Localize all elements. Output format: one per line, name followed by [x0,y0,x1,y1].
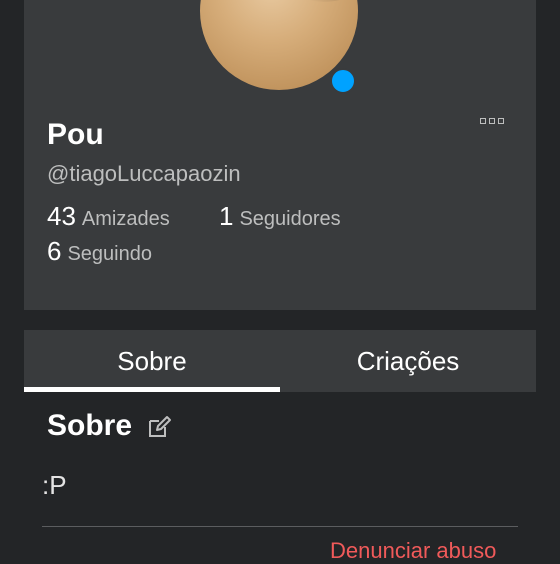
profile-tabs: Sobre Criações [24,330,536,392]
friends-stat[interactable]: 43 Amizades [47,201,170,232]
online-status-dot [330,68,356,94]
display-name: Pou [47,118,104,151]
avatar-shading [260,0,358,2]
followers-stat[interactable]: 1 Seguidores [219,201,341,232]
tab-criacoes[interactable]: Criações [280,330,536,392]
more-dot [489,118,495,124]
followers-count: 1 [219,201,234,231]
followers-label: Seguidores [239,208,341,230]
about-text: :P [42,470,67,500]
username: @tiagoLuccapaozin [47,161,241,186]
edit-icon[interactable] [146,414,172,440]
following-stat[interactable]: 6 Seguindo [47,236,152,267]
more-dot [480,118,486,124]
avatar-container [200,0,360,94]
following-count: 6 [47,236,62,266]
tab-sobre[interactable]: Sobre [24,330,280,392]
divider [42,526,518,527]
friends-count: 43 [47,201,76,231]
more-dot [498,118,504,124]
about-title: Sobre [47,409,133,442]
following-label: Seguindo [67,243,152,265]
more-options-icon[interactable] [480,118,504,124]
friends-label: Amizades [81,208,170,230]
report-abuse-link[interactable]: Denunciar abuso [330,538,496,564]
